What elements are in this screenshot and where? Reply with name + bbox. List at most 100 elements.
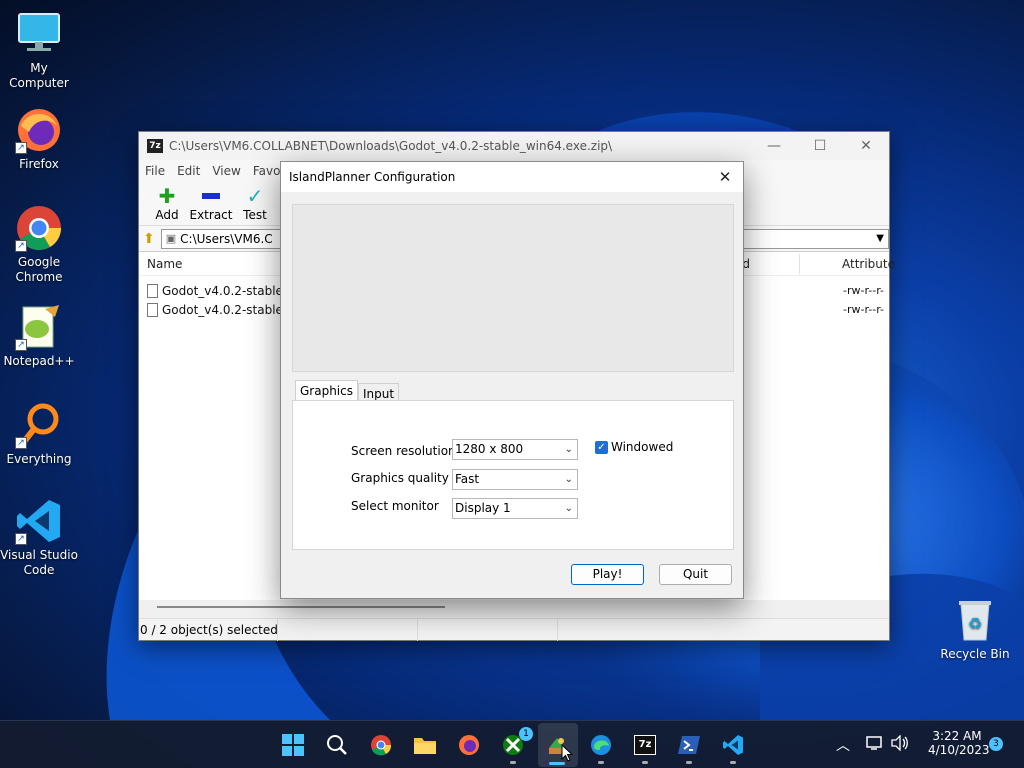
graphics-quality-select[interactable]: Fast ⌄	[452, 469, 578, 490]
file-icon	[147, 283, 158, 298]
quit-button[interactable]: Quit	[659, 564, 732, 585]
status-text: 0 / 2 object(s) selected	[140, 622, 278, 637]
mouse-cursor-icon	[561, 743, 574, 765]
shortcut-arrow-icon: ↗	[15, 437, 27, 449]
notification-badge[interactable]: 3	[989, 737, 1003, 751]
add-button[interactable]: ✚ Add	[145, 184, 189, 225]
chrome-icon[interactable]	[369, 733, 393, 757]
shortcut-arrow-icon: ↗	[15, 240, 27, 252]
menu-file[interactable]: File	[145, 164, 165, 178]
chevron-down-icon: ⌄	[564, 444, 573, 455]
vscode-icon[interactable]	[721, 733, 745, 757]
running-indicator	[686, 761, 692, 764]
7z-text: 7z	[634, 735, 656, 755]
desktop-icon-label: Google Chrome	[15, 255, 63, 284]
screen-resolution-select[interactable]: 1280 x 800 ⌄	[452, 439, 578, 460]
7zip-taskbar-icon[interactable]: 7z	[633, 733, 657, 757]
desktop-icon-label: Notepad++	[3, 354, 75, 368]
config-dialog: IslandPlanner Configuration ✕ Graphics I…	[280, 161, 744, 599]
select-monitor-value: Display 1	[455, 501, 511, 515]
minus-icon	[189, 186, 233, 206]
menu-edit[interactable]: Edit	[177, 164, 200, 178]
chevron-up-icon[interactable]: ︿	[836, 735, 850, 755]
taskbar: 1 7z ︿ 3:22 AM 4/10/2023 3	[0, 720, 1024, 768]
desktop-icon-recycle-bin[interactable]: ♻ Recycle Bin	[936, 596, 1014, 662]
status-divider	[557, 619, 558, 641]
desktop-icon-my-computer[interactable]: My Computer	[0, 10, 78, 91]
7zip-window-title: C:\Users\VM6.COLLABNET\Downloads\Godot_v…	[169, 139, 613, 153]
tab-strip: Graphics Input	[295, 380, 400, 402]
check-icon: ✓	[246, 184, 264, 208]
monitor-icon	[15, 10, 63, 58]
extract-label: Extract	[189, 208, 233, 222]
powershell-icon[interactable]	[677, 733, 701, 757]
file-attr: -rw-r--r-	[843, 284, 885, 297]
zip-folder-icon: ▣	[165, 232, 177, 245]
column-name[interactable]: Name	[147, 257, 182, 271]
running-indicator	[598, 761, 604, 764]
desktop-icon-label: Visual Studio Code	[0, 548, 78, 577]
minimize-icon[interactable]: —	[751, 132, 797, 160]
chevron-down-icon: ⌄	[564, 503, 573, 514]
edge-icon[interactable]	[589, 733, 613, 757]
vscode-icon: ↗	[15, 497, 63, 545]
maximize-icon[interactable]: ☐	[797, 132, 843, 160]
select-monitor-label: Select monitor	[351, 499, 439, 513]
clock[interactable]: 3:22 AM 4/10/2023	[928, 729, 990, 757]
chevron-down-icon: ⌄	[564, 474, 573, 485]
volume-icon[interactable]	[891, 734, 909, 754]
chrome-icon: ↗	[15, 204, 63, 252]
windowed-label: Windowed	[611, 440, 674, 454]
address-text: C:\Users\VM6.C	[180, 231, 273, 246]
xbox-icon[interactable]: 1	[501, 727, 533, 757]
chevron-down-icon[interactable]: ▼	[876, 233, 884, 244]
close-icon[interactable]: ✕	[843, 132, 889, 160]
desktop-icon-chrome[interactable]: ↗ Google Chrome	[0, 204, 78, 285]
up-folder-icon[interactable]: ⬆	[143, 231, 155, 247]
network-icon[interactable]	[866, 735, 884, 754]
file-explorer-icon[interactable]	[413, 733, 437, 757]
add-label: Add	[155, 208, 179, 222]
running-indicator	[642, 761, 648, 764]
clock-time: 3:22 AM	[932, 729, 982, 743]
column-divider	[799, 253, 800, 274]
desktop-icon-label: Recycle Bin	[940, 647, 1010, 661]
shortcut-arrow-icon: ↗	[15, 339, 27, 351]
test-button[interactable]: ✓ Test	[233, 184, 277, 225]
file-name: Godot_v4.0.2-stable_w	[162, 283, 299, 298]
firefox-icon: ↗	[15, 106, 63, 154]
column-attributes[interactable]: Attribute	[842, 257, 895, 271]
firefox-icon[interactable]	[457, 733, 481, 757]
play-button[interactable]: Play!	[571, 564, 644, 585]
desktop-icon-firefox[interactable]: ↗ Firefox	[0, 106, 78, 172]
menu-view[interactable]: View	[212, 164, 240, 178]
horizontal-scrollbar-thumb[interactable]	[157, 606, 445, 608]
status-divider	[417, 619, 418, 641]
magnifier-icon: ↗	[15, 401, 63, 449]
search-icon[interactable]	[325, 733, 349, 757]
desktop-icon-notepadpp[interactable]: ↗ Notepad++	[0, 303, 78, 369]
windowed-checkbox[interactable]: ✓ Windowed	[595, 440, 673, 454]
screen-resolution-value: 1280 x 800	[455, 442, 524, 456]
horizontal-scrollbar-track[interactable]	[139, 600, 889, 618]
checkbox-checked-icon: ✓	[595, 440, 608, 454]
file-icon	[147, 302, 158, 317]
desktop-icon-label: Firefox	[19, 157, 59, 171]
shortcut-arrow-icon: ↗	[15, 142, 27, 154]
extract-button[interactable]: Extract	[189, 186, 233, 225]
close-icon[interactable]: ✕	[709, 162, 741, 192]
clock-date: 4/10/2023	[928, 743, 990, 757]
graphics-quality-value: Fast	[455, 472, 480, 486]
select-monitor-select[interactable]: Display 1 ⌄	[452, 498, 578, 519]
7zip-app-icon: 7z	[147, 139, 163, 153]
tab-graphics[interactable]: Graphics	[295, 380, 358, 402]
screen-resolution-label: Screen resolution	[351, 444, 456, 458]
notepadpp-icon: ↗	[15, 303, 63, 351]
svg-text:♻: ♻	[968, 614, 982, 633]
dialog-title-bar[interactable]: IslandPlanner Configuration	[281, 162, 743, 192]
windows-start-icon[interactable]	[281, 733, 305, 757]
desktop-icon-everything[interactable]: ↗ Everything	[0, 401, 78, 467]
file-attr: -rw-r--r-	[843, 303, 885, 316]
graphics-panel: Screen resolution 1280 x 800 ⌄ ✓ Windowe…	[292, 400, 734, 550]
desktop-icon-vscode[interactable]: ↗ Visual Studio Code	[0, 497, 78, 578]
